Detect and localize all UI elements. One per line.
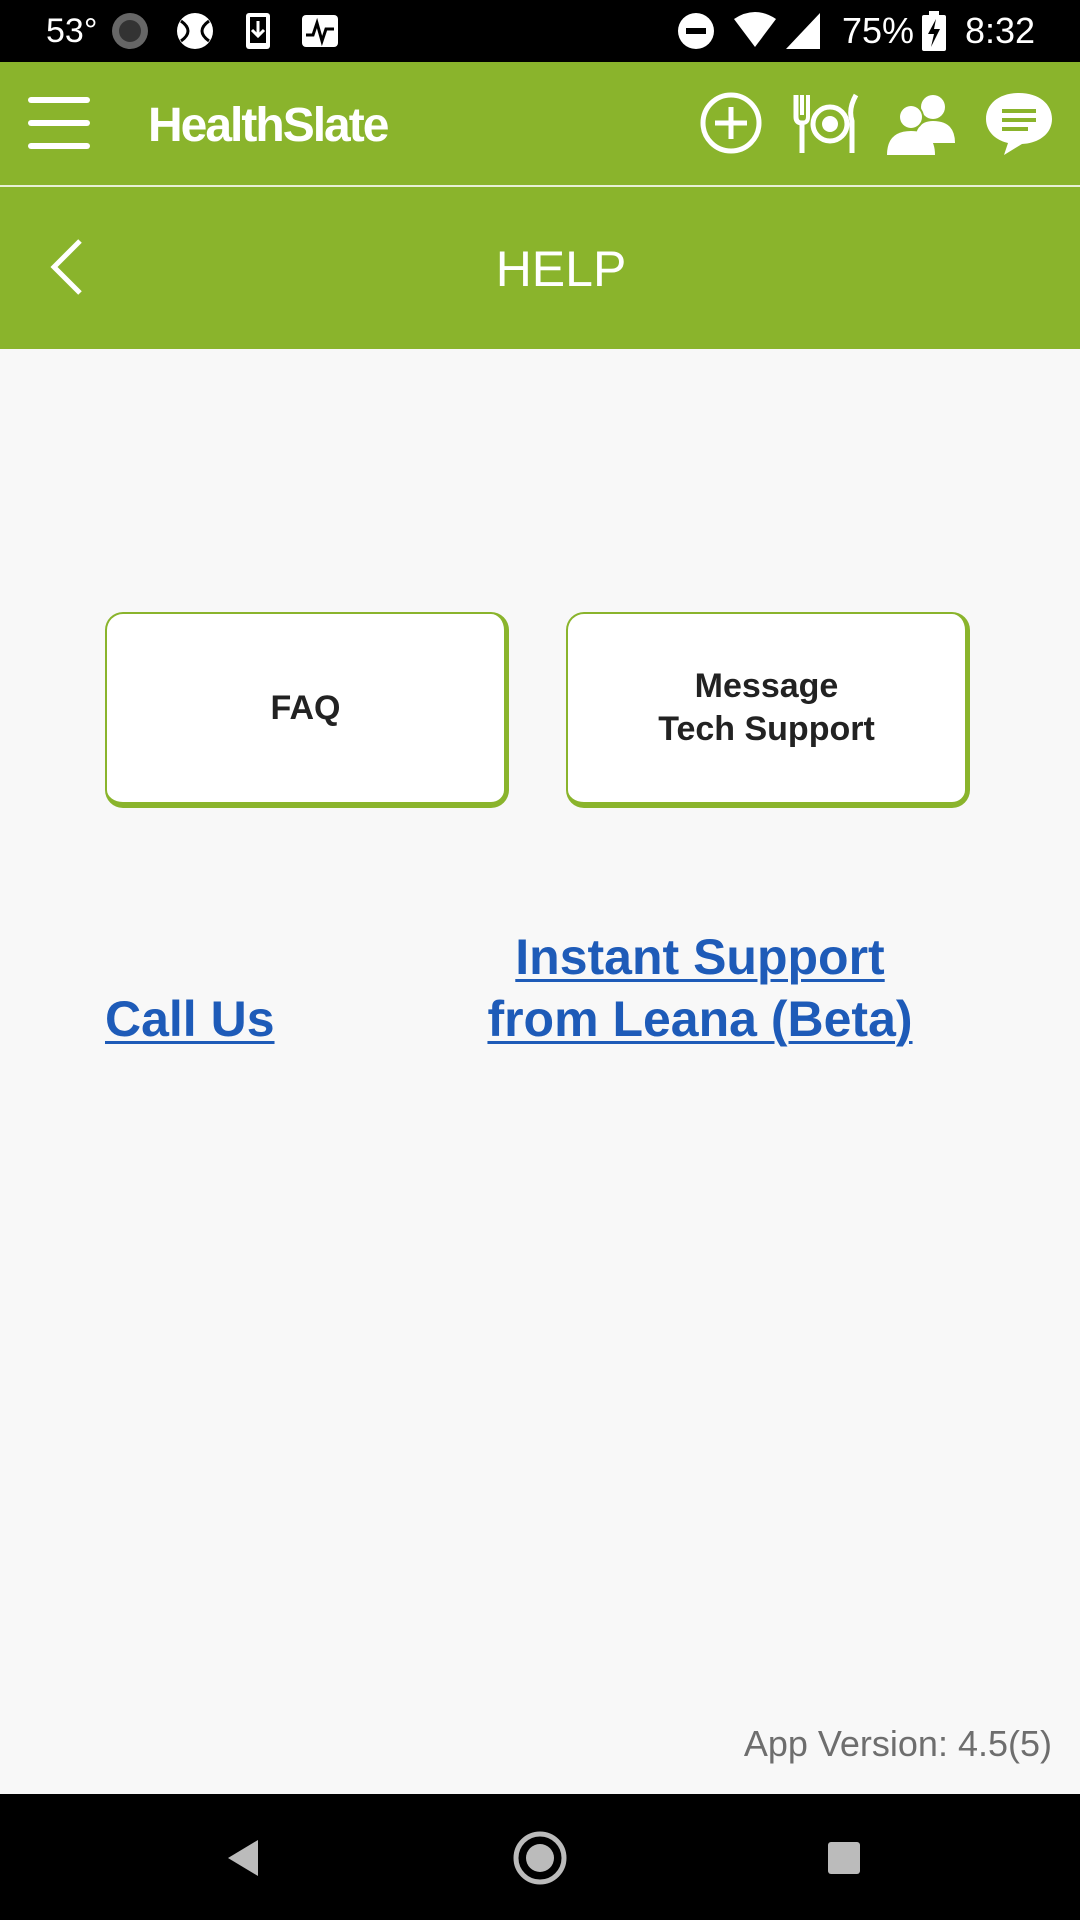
message-tech-support-button[interactable]: Message Tech Support xyxy=(566,612,970,808)
help-screen: 53° 75% 8:32 HealthSlate HELP FAQ Messag… xyxy=(0,0,1080,1920)
add-icon[interactable] xyxy=(695,87,767,159)
instant-support-leana-link[interactable]: Instant Support from Leana (Beta) xyxy=(470,926,930,1050)
wifi-icon xyxy=(734,12,776,47)
title-bar: HELP xyxy=(0,187,1080,349)
do-not-disturb-icon xyxy=(678,13,714,49)
sun-icon xyxy=(112,13,148,49)
status-bar: 53° 75% 8:32 xyxy=(0,0,1080,62)
nav-back-icon[interactable] xyxy=(218,1832,270,1884)
nav-recents-icon[interactable] xyxy=(818,1832,870,1884)
sports-ball-icon xyxy=(177,13,213,49)
battery-charging-icon xyxy=(922,11,946,51)
instant-support-line1: Instant Support xyxy=(515,929,885,985)
chat-icon[interactable] xyxy=(982,87,1056,159)
temperature-readout: 53° xyxy=(46,12,98,50)
community-icon[interactable] xyxy=(885,87,961,159)
system-nav-bar xyxy=(0,1794,1080,1920)
battery-percentage: 75% xyxy=(842,10,915,51)
menu-icon[interactable] xyxy=(28,97,92,149)
clock: 8:32 xyxy=(965,10,1036,51)
app-version-label: App Version: 4.5(5) xyxy=(743,1723,1052,1764)
app-bar: HealthSlate xyxy=(0,62,1080,187)
activity-icon xyxy=(302,15,338,47)
brand-logo: HealthSlate xyxy=(148,99,389,152)
faq-button[interactable]: FAQ xyxy=(105,612,509,808)
call-us-link[interactable]: Call Us xyxy=(105,988,275,1050)
cell-signal-icon xyxy=(786,13,820,49)
nav-home-icon[interactable] xyxy=(512,1830,568,1886)
meal-icon[interactable] xyxy=(790,87,864,159)
instant-support-line2: from Leana (Beta) xyxy=(487,991,913,1047)
download-icon xyxy=(246,13,270,49)
page-title: HELP xyxy=(495,241,627,297)
